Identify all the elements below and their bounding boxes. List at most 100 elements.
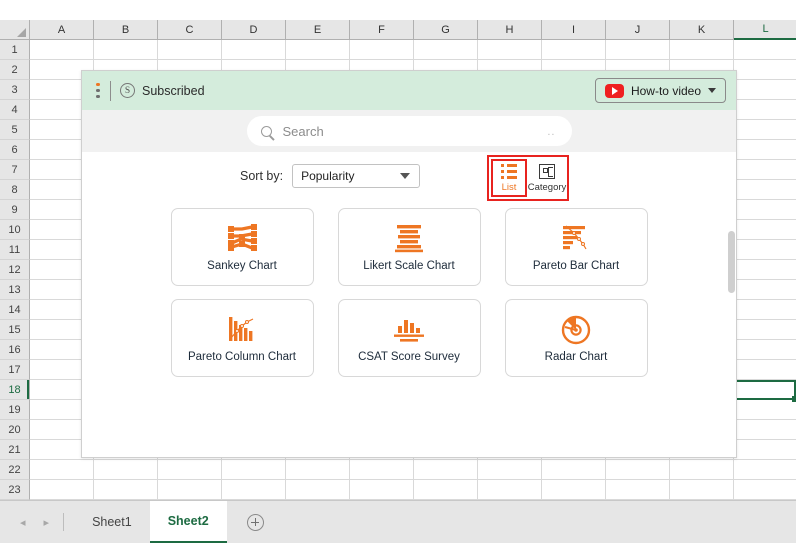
row-header-6[interactable]: 6 — [0, 140, 30, 160]
column-header-h[interactable]: H — [478, 20, 542, 40]
cell-J1[interactable] — [606, 40, 670, 60]
column-header-k[interactable]: K — [670, 20, 734, 40]
cell-A23[interactable] — [30, 480, 94, 500]
row-header-1[interactable]: 1 — [0, 40, 30, 60]
cell-B22[interactable] — [94, 460, 158, 480]
cell-D1[interactable] — [222, 40, 286, 60]
column-header-b[interactable]: B — [94, 20, 158, 40]
row-header-14[interactable]: 14 — [0, 300, 30, 320]
cell-L11[interactable] — [734, 240, 796, 260]
search-box[interactable]: .. — [246, 116, 572, 146]
cell-L21[interactable] — [734, 440, 796, 460]
cell-D22[interactable] — [222, 460, 286, 480]
row-header-17[interactable]: 17 — [0, 360, 30, 380]
cell-C1[interactable] — [158, 40, 222, 60]
cell-L3[interactable] — [734, 80, 796, 100]
sheet-tab-sheet1[interactable]: Sheet1 — [74, 501, 150, 543]
sheet-next-icon[interactable]: ▸ — [44, 516, 50, 529]
cell-L14[interactable] — [734, 300, 796, 320]
cell-I1[interactable] — [542, 40, 606, 60]
column-header-i[interactable]: I — [542, 20, 606, 40]
view-mode-category-button[interactable]: Category — [528, 159, 566, 197]
cell-L6[interactable] — [734, 140, 796, 160]
cell-E1[interactable] — [286, 40, 350, 60]
cell-I22[interactable] — [542, 460, 606, 480]
chart-card-csat-score-survey[interactable]: CSAT Score Survey — [337, 299, 481, 377]
cell-L7[interactable] — [734, 160, 796, 180]
chart-card-pareto-column-chart[interactable]: Pareto Column Chart — [170, 299, 314, 377]
cell-F1[interactable] — [350, 40, 414, 60]
fill-handle[interactable] — [792, 396, 796, 402]
column-header-e[interactable]: E — [286, 20, 350, 40]
row-header-8[interactable]: 8 — [0, 180, 30, 200]
cell-L9[interactable] — [734, 200, 796, 220]
search-input[interactable] — [280, 122, 558, 140]
cell-L15[interactable] — [734, 320, 796, 340]
cell-L13[interactable] — [734, 280, 796, 300]
cell-F23[interactable] — [350, 480, 414, 500]
row-header-18[interactable]: 18 — [0, 380, 30, 400]
cell-E22[interactable] — [286, 460, 350, 480]
row-header-4[interactable]: 4 — [0, 100, 30, 120]
cell-E23[interactable] — [286, 480, 350, 500]
active-cell-l18[interactable] — [734, 380, 796, 402]
row-header-10[interactable]: 10 — [0, 220, 30, 240]
panel-scrollbar-track[interactable] — [727, 191, 736, 457]
cell-L4[interactable] — [734, 100, 796, 120]
cell-L23[interactable] — [734, 480, 796, 500]
chart-card-sankey-chart[interactable]: Sankey Chart — [170, 208, 314, 286]
cell-H1[interactable] — [478, 40, 542, 60]
view-mode-list-button[interactable]: List — [491, 159, 527, 197]
column-header-c[interactable]: C — [158, 20, 222, 40]
row-header-3[interactable]: 3 — [0, 80, 30, 100]
cell-K23[interactable] — [670, 480, 734, 500]
row-header-20[interactable]: 20 — [0, 420, 30, 440]
cell-J22[interactable] — [606, 460, 670, 480]
chart-card-likert-scale-chart[interactable]: Likert Scale Chart — [337, 208, 481, 286]
cell-C22[interactable] — [158, 460, 222, 480]
column-header-g[interactable]: G — [414, 20, 478, 40]
cell-L8[interactable] — [734, 180, 796, 200]
column-header-a[interactable]: A — [30, 20, 94, 40]
column-header-j[interactable]: J — [606, 20, 670, 40]
how-to-video-button[interactable]: How-to video — [594, 78, 726, 103]
cell-K1[interactable] — [670, 40, 734, 60]
column-header-d[interactable]: D — [222, 20, 286, 40]
cell-C23[interactable] — [158, 480, 222, 500]
row-header-11[interactable]: 11 — [0, 240, 30, 260]
row-header-21[interactable]: 21 — [0, 440, 30, 460]
kebab-menu-icon[interactable] — [91, 83, 105, 98]
row-header-5[interactable]: 5 — [0, 120, 30, 140]
cell-L16[interactable] — [734, 340, 796, 360]
cell-A1[interactable] — [30, 40, 94, 60]
cell-G1[interactable] — [414, 40, 478, 60]
panel-scrollbar-thumb[interactable] — [728, 231, 735, 293]
cell-L20[interactable] — [734, 420, 796, 440]
sort-by-dropdown[interactable]: Popularity — [292, 164, 421, 188]
sheet-prev-icon[interactable]: ◂ — [20, 516, 26, 529]
chart-card-pareto-bar-chart[interactable]: Pareto Bar Chart — [504, 208, 648, 286]
cell-L10[interactable] — [734, 220, 796, 240]
cell-L17[interactable] — [734, 360, 796, 380]
cell-A22[interactable] — [30, 460, 94, 480]
cell-L2[interactable] — [734, 60, 796, 80]
cell-L5[interactable] — [734, 120, 796, 140]
cell-B1[interactable] — [94, 40, 158, 60]
cell-L12[interactable] — [734, 260, 796, 280]
cell-H22[interactable] — [478, 460, 542, 480]
row-header-12[interactable]: 12 — [0, 260, 30, 280]
row-header-23[interactable]: 23 — [0, 480, 30, 500]
cell-K22[interactable] — [670, 460, 734, 480]
cell-D23[interactable] — [222, 480, 286, 500]
row-header-13[interactable]: 13 — [0, 280, 30, 300]
cell-B23[interactable] — [94, 480, 158, 500]
row-header-16[interactable]: 16 — [0, 340, 30, 360]
sheet-tab-sheet2[interactable]: Sheet2 — [149, 500, 227, 543]
cell-J23[interactable] — [606, 480, 670, 500]
cell-F22[interactable] — [350, 460, 414, 480]
row-header-9[interactable]: 9 — [0, 200, 30, 220]
cell-L22[interactable] — [734, 460, 796, 480]
row-header-2[interactable]: 2 — [0, 60, 30, 80]
select-all-corner[interactable] — [0, 20, 30, 40]
chart-card-radar-chart[interactable]: Radar Chart — [504, 299, 648, 377]
